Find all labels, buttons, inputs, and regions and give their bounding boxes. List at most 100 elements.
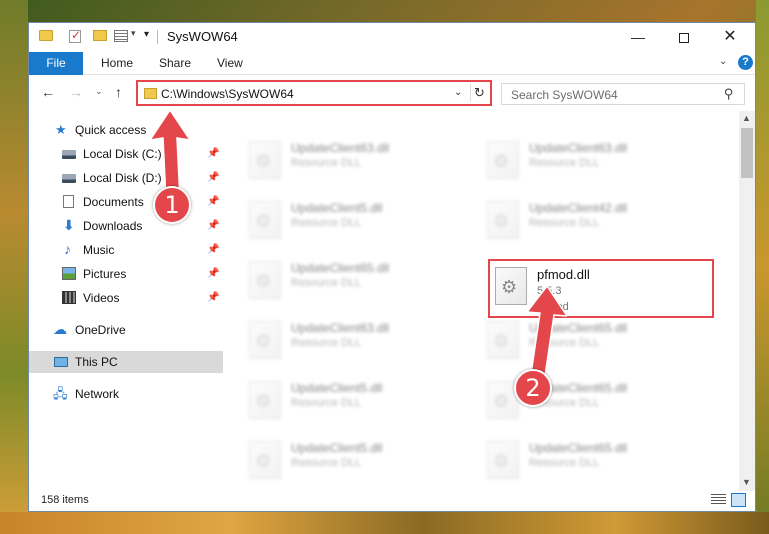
file-item[interactable]: ⚙ UpdateClient63.dll Resource DLL bbox=[243, 315, 473, 369]
gear-icon: ⚙ bbox=[493, 151, 510, 171]
maximize-icon bbox=[679, 33, 689, 44]
sidebar-item-label: Music bbox=[83, 243, 115, 257]
up-arrow-icon[interactable]: ↑ bbox=[115, 84, 122, 100]
details-view-icon[interactable] bbox=[711, 494, 726, 506]
maximize-button[interactable] bbox=[661, 23, 707, 51]
status-bar: 158 items bbox=[29, 491, 755, 511]
sidebar-item-videos[interactable]: Videos 📌 bbox=[29, 287, 223, 309]
file-name: UpdateClient63.dll bbox=[291, 141, 390, 155]
file-item[interactable]: ⚙ UpdateClient65.dll Resource DLL bbox=[481, 315, 711, 369]
file-item[interactable]: ⚙ UpdateClient5.dll Resource DLL bbox=[243, 195, 473, 249]
pin-icon[interactable]: 📌 bbox=[207, 172, 219, 183]
sidebar-item-label: Pictures bbox=[83, 267, 127, 281]
file-type: Resource DLL bbox=[291, 217, 362, 229]
file-item[interactable]: ⚙ UpdateClient63.dll Resource DLL bbox=[243, 135, 473, 189]
sidebar-item-label: Network bbox=[75, 387, 120, 401]
desktop-wallpaper-bottom bbox=[0, 512, 769, 534]
tiles-view-icon[interactable] bbox=[731, 493, 746, 507]
file-item[interactable]: ⚙ UpdateClient5.dll Resource DLL bbox=[243, 375, 473, 429]
file-type: Resource DLL bbox=[529, 457, 600, 469]
sidebar-item-this-pc[interactable]: This PC bbox=[29, 351, 223, 373]
pin-icon[interactable]: 📌 bbox=[207, 292, 219, 303]
gear-icon: ⚙ bbox=[493, 331, 510, 351]
file-item[interactable]: ⚙ UpdateClient63.dll Resource DLL bbox=[481, 135, 711, 189]
sidebar-item-onedrive[interactable]: ☁ OneDrive bbox=[29, 319, 223, 341]
help-icon[interactable]: ? bbox=[738, 55, 753, 70]
customize-toolbar-icon[interactable]: ▾ bbox=[144, 29, 149, 40]
file-type: Resource DLL bbox=[291, 397, 362, 409]
quick-access-dropdown-icon[interactable]: ▾ bbox=[131, 28, 136, 39]
scroll-up-icon[interactable]: ▲ bbox=[742, 113, 751, 123]
film-strip-icon bbox=[62, 291, 76, 304]
file-type: Resource DLL bbox=[291, 277, 362, 289]
file-item[interactable]: ⚙ UpdateClient5.dll Resource DLL bbox=[243, 435, 473, 489]
expand-ribbon-icon[interactable]: ⌄ bbox=[719, 56, 727, 67]
pin-icon[interactable]: 📌 bbox=[207, 268, 219, 279]
refresh-icon[interactable]: ↻ bbox=[474, 85, 485, 101]
gear-icon: ⚙ bbox=[255, 331, 272, 351]
folder-icon bbox=[39, 30, 53, 41]
gear-icon: ⚙ bbox=[255, 151, 272, 171]
sidebar-item-label: This PC bbox=[75, 355, 118, 369]
address-bar[interactable]: C:\Windows\SysWOW64 ⌄ ↻ bbox=[136, 80, 492, 106]
file-item[interactable]: ⚙ UpdateClient65.dll Resource DLL bbox=[243, 255, 473, 309]
gear-icon: ⚙ bbox=[255, 391, 272, 411]
gear-icon: ⚙ bbox=[493, 211, 510, 231]
tab-file[interactable]: File bbox=[29, 52, 83, 75]
sidebar-item-label: OneDrive bbox=[75, 323, 126, 337]
network-icon: 🖧 bbox=[53, 386, 68, 401]
file-type: Resource DLL bbox=[291, 157, 362, 169]
callout-badge-one: 1 bbox=[153, 186, 191, 224]
back-arrow-icon[interactable]: ← bbox=[41, 84, 55, 100]
file-item[interactable]: ⚙ UpdateClient42.dll Resource DLL bbox=[481, 195, 711, 249]
sidebar-item-downloads[interactable]: ⬇ Downloads 📌 bbox=[29, 215, 223, 237]
pin-icon[interactable]: 📌 bbox=[207, 148, 219, 159]
folder-icon bbox=[144, 88, 157, 99]
title-separator bbox=[157, 30, 158, 44]
address-path[interactable]: C:\Windows\SysWOW64 bbox=[161, 87, 294, 101]
quick-access-properties-icon[interactable] bbox=[114, 30, 128, 42]
sidebar-item-network[interactable]: 🖧 Network bbox=[29, 383, 223, 405]
music-note-icon: ♪ bbox=[64, 241, 71, 257]
properties-check-icon[interactable] bbox=[69, 28, 81, 43]
gear-icon: ⚙ bbox=[255, 271, 272, 291]
scroll-thumb[interactable] bbox=[741, 128, 753, 178]
search-icon[interactable]: ⚲ bbox=[724, 86, 734, 102]
file-name: UpdateClient65.dll bbox=[291, 261, 390, 275]
file-name: UpdateClient63.dll bbox=[529, 141, 628, 155]
ribbon-tabs: File Home Share View ⌄ ? bbox=[29, 51, 755, 75]
sidebar-item-pictures[interactable]: Pictures 📌 bbox=[29, 263, 223, 285]
vertical-scrollbar[interactable]: ▲ ▼ bbox=[739, 111, 755, 491]
forward-arrow-icon[interactable]: → bbox=[69, 84, 83, 100]
file-name: UpdateClient63.dll bbox=[291, 321, 390, 335]
sidebar-item-music[interactable]: ♪ Music 📌 bbox=[29, 239, 223, 261]
pin-icon[interactable]: 📌 bbox=[207, 196, 219, 207]
gear-icon: ⚙ bbox=[255, 211, 272, 231]
document-icon bbox=[63, 195, 74, 208]
title-bar: ▾ ▾ SysWOW64 — ✕ bbox=[29, 23, 755, 51]
gear-icon: ⚙ bbox=[255, 451, 272, 471]
search-placeholder: Search SysWOW64 bbox=[511, 88, 618, 102]
address-separator bbox=[470, 84, 471, 102]
file-item[interactable]: ⚙ UpdateClient65.dll Resource DLL bbox=[481, 435, 711, 489]
pin-icon[interactable]: 📌 bbox=[207, 220, 219, 231]
tab-home[interactable]: Home bbox=[101, 52, 133, 75]
minimize-button[interactable]: — bbox=[615, 23, 661, 51]
close-button[interactable]: ✕ bbox=[707, 23, 753, 51]
scroll-down-icon[interactable]: ▼ bbox=[742, 477, 751, 487]
recent-locations-icon[interactable]: ⌄ bbox=[95, 86, 103, 97]
new-folder-icon[interactable] bbox=[93, 30, 107, 41]
file-type: Resource DLL bbox=[529, 217, 600, 229]
file-name: UpdateClient42.dll bbox=[529, 201, 628, 215]
file-list: ⚙ UpdateClient63.dll Resource DLL ⚙ Upda… bbox=[223, 111, 739, 491]
search-input[interactable]: Search SysWOW64 ⚲ bbox=[501, 83, 745, 105]
address-dropdown-icon[interactable]: ⌄ bbox=[454, 87, 462, 98]
file-name: UpdateClient5.dll bbox=[291, 441, 383, 455]
tab-share[interactable]: Share bbox=[159, 52, 191, 75]
tab-view[interactable]: View bbox=[217, 52, 243, 75]
pin-icon[interactable]: 📌 bbox=[207, 244, 219, 255]
gear-icon: ⚙ bbox=[493, 451, 510, 471]
drive-icon bbox=[62, 150, 76, 159]
drive-icon bbox=[62, 174, 76, 183]
file-explorer-window: ▾ ▾ SysWOW64 — ✕ File Home Share View ⌄ … bbox=[28, 22, 756, 512]
